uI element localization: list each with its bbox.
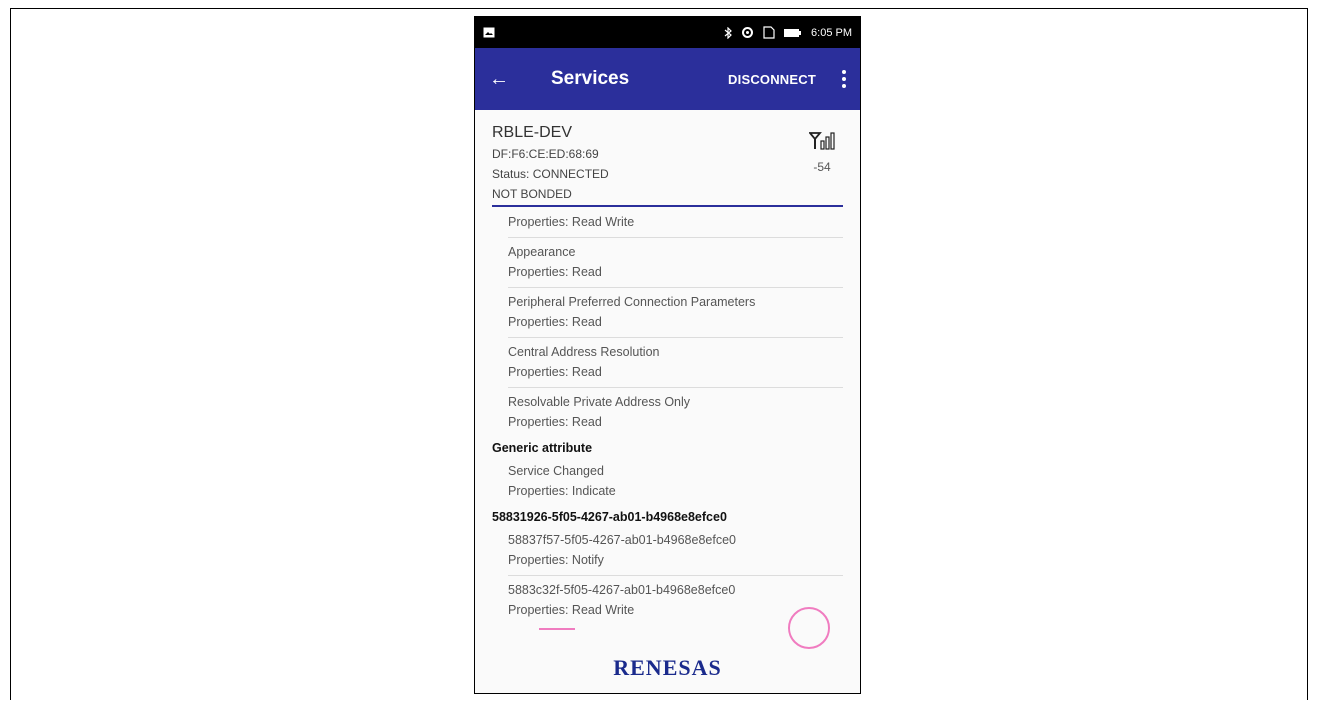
renesas-logo: RENESAS bbox=[613, 655, 722, 680]
characteristic-item[interactable]: Service Changed Properties: Indicate bbox=[508, 457, 843, 506]
characteristic-name: Central Address Resolution bbox=[508, 345, 660, 359]
characteristic-item[interactable]: Appearance Properties: Read bbox=[508, 238, 843, 288]
bluetooth-icon bbox=[724, 26, 732, 39]
characteristic-name: Resolvable Private Address Only bbox=[508, 395, 691, 409]
sim-card-icon bbox=[763, 26, 775, 39]
app-bar: ← Services DISCONNECT bbox=[475, 48, 860, 110]
clock: 6:05 PM bbox=[811, 26, 852, 39]
service-header: 58831926-5f05-4267-ab01-b4968e8efce0 bbox=[492, 510, 727, 524]
service-header: Generic attribute bbox=[492, 441, 593, 455]
characteristic-name: Peripheral Preferred Connection Paramete… bbox=[508, 295, 756, 309]
characteristic-name: 5883c32f-5f05-4267-ab01-b4968e8efce0 bbox=[508, 583, 736, 597]
characteristic-item[interactable]: Resolvable Private Address Only Properti… bbox=[508, 388, 843, 437]
device-address: DF:F6:CE:ED:68:69 bbox=[492, 147, 599, 161]
service-list: Properties: Read Write Appearance Proper… bbox=[492, 207, 843, 625]
characteristic-properties: Properties: Read bbox=[508, 365, 602, 379]
sync-icon bbox=[742, 27, 754, 38]
touch-indicator bbox=[788, 607, 830, 649]
characteristic-item[interactable]: Peripheral Preferred Connection Paramete… bbox=[508, 288, 843, 338]
characteristic-item[interactable]: Properties: Read Write bbox=[508, 207, 843, 238]
more-options-icon[interactable] bbox=[838, 70, 850, 88]
signal-strength-icon bbox=[808, 132, 835, 150]
disconnect-button[interactable]: DISCONNECT bbox=[728, 72, 816, 87]
connection-status: Status: CONNECTED bbox=[492, 167, 609, 181]
characteristic-item[interactable]: Central Address Resolution Properties: R… bbox=[508, 338, 843, 388]
characteristic-properties: Properties: Read bbox=[508, 315, 602, 329]
bond-status: NOT BONDED bbox=[492, 187, 572, 201]
characteristic-item[interactable]: 58837f57-5f05-4267-ab01-b4968e8efce0 Pro… bbox=[508, 526, 843, 576]
characteristic-name: 58837f57-5f05-4267-ab01-b4968e8efce0 bbox=[508, 533, 736, 547]
characteristic-properties: Properties: Read Write bbox=[508, 215, 635, 229]
status-bar: 6:05 PM bbox=[475, 17, 860, 48]
back-arrow-icon[interactable]: ← bbox=[489, 68, 529, 91]
phone-screen: 6:05 PM ← Services DISCONNECT RBLE-DEV D… bbox=[474, 16, 861, 694]
page-title: Services bbox=[551, 68, 630, 89]
characteristic-name: Service Changed bbox=[508, 464, 604, 478]
characteristic-name: Appearance bbox=[508, 245, 576, 259]
characteristic-properties: Properties: Notify bbox=[508, 553, 604, 567]
device-info-card: RBLE-DEV DF:F6:CE:ED:68:69 Status: CONNE… bbox=[492, 110, 843, 207]
characteristic-properties: Properties: Indicate bbox=[508, 484, 616, 498]
characteristic-properties: Properties: Read bbox=[508, 415, 602, 429]
rssi-indicator: -54 bbox=[803, 132, 841, 174]
gallery-notification-icon bbox=[483, 27, 495, 38]
rssi-value: -54 bbox=[813, 160, 831, 174]
device-name: RBLE-DEV bbox=[492, 124, 573, 141]
characteristic-properties: Properties: Read bbox=[508, 265, 602, 279]
battery-icon bbox=[784, 28, 802, 37]
highlight-underline bbox=[539, 628, 575, 630]
